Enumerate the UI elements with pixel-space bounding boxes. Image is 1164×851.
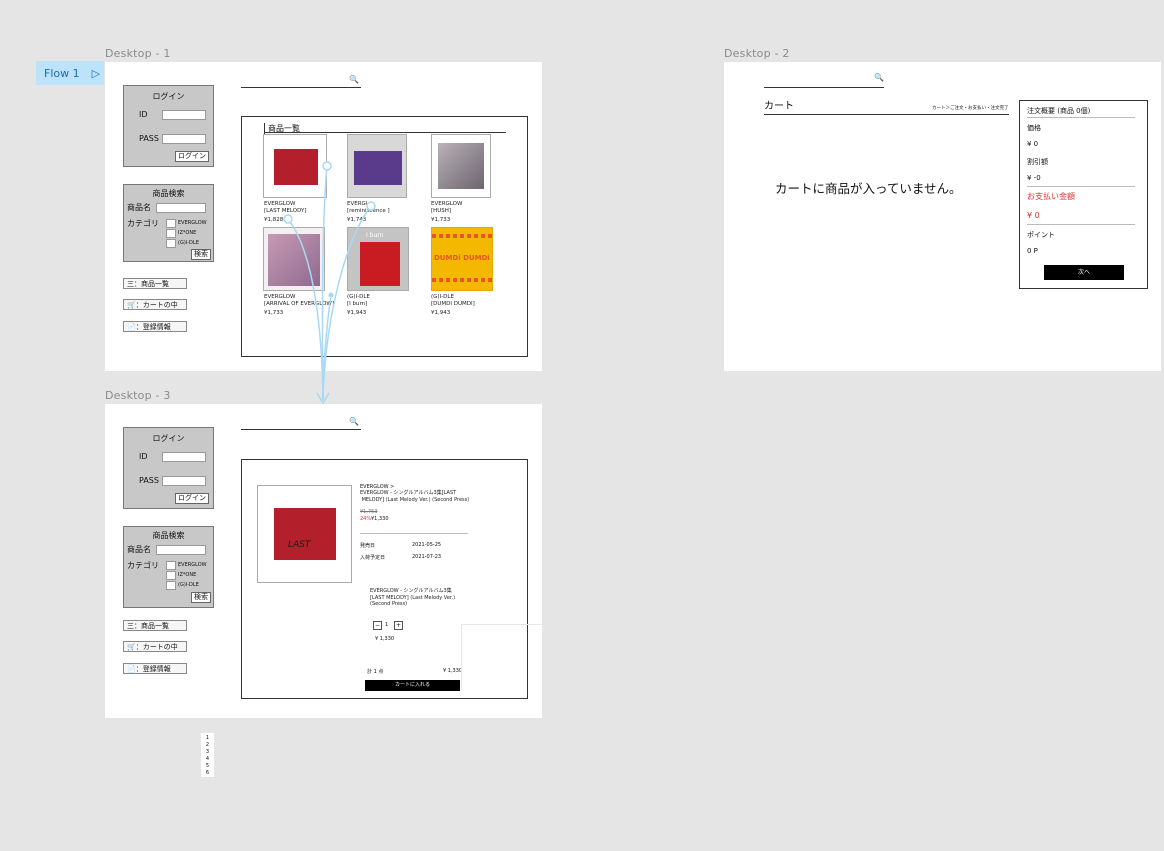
connector-line: [287, 218, 324, 401]
connector-node[interactable]: [366, 201, 376, 211]
connector-node[interactable]: [283, 214, 293, 224]
connector-node[interactable]: [322, 161, 332, 171]
connector-node: [328, 292, 334, 298]
prototype-connectors: [283, 161, 376, 405]
